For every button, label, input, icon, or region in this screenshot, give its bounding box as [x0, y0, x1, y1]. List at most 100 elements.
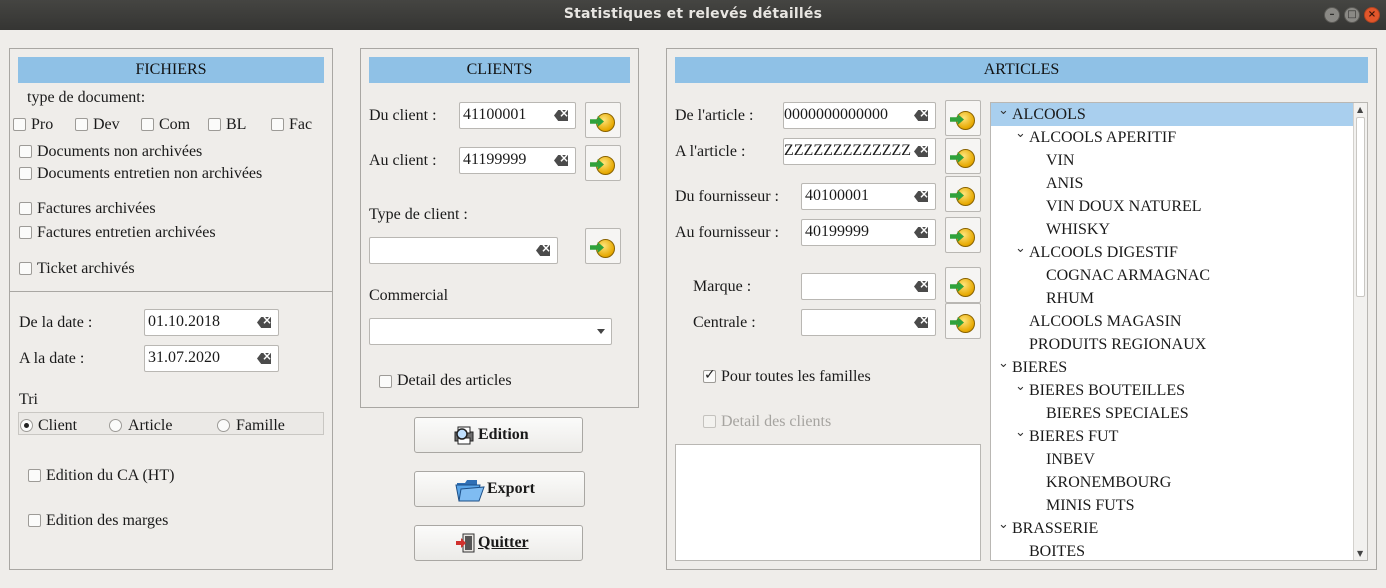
documents-non-archivees-checkbox[interactable] — [19, 145, 32, 158]
detail-clients-checkbox[interactable] — [703, 415, 716, 428]
tri-famille-radio[interactable] — [217, 419, 230, 432]
export-button[interactable]: Export — [414, 471, 585, 507]
edition-label: Edition — [478, 426, 529, 443]
clear-icon[interactable] — [257, 317, 271, 328]
fournisseur-to-lookup-button[interactable] — [945, 217, 981, 253]
fournisseur-from-input[interactable]: 40100001 — [801, 183, 936, 210]
article-from-input[interactable]: 0000000000000 — [783, 102, 936, 129]
clear-icon[interactable] — [554, 110, 568, 121]
clear-icon[interactable] — [914, 191, 928, 202]
tree-item[interactable]: ⌄ BIERES BOUTEILLES — [991, 379, 1353, 402]
tri-article-label: Article — [128, 417, 173, 434]
toutes-familles-checkbox[interactable] — [703, 367, 716, 383]
folder-icon — [455, 480, 485, 502]
chevron-down-icon[interactable]: ⌄ — [1015, 375, 1026, 398]
minimize-button[interactable]: – — [1324, 7, 1340, 23]
fournisseur-to-input[interactable]: 40199999 — [801, 219, 936, 246]
centrale-lookup-button[interactable] — [945, 303, 981, 339]
tree-item[interactable]: ALCOOLS MAGASIN — [991, 310, 1353, 333]
maximize-button[interactable]: □ — [1344, 7, 1360, 23]
tree-scrollbar[interactable]: ▲ ▼ — [1353, 103, 1367, 560]
centrale-label: Centrale : — [693, 314, 756, 331]
chevron-down-icon[interactable]: ⌄ — [1015, 421, 1026, 444]
clear-icon[interactable] — [257, 353, 271, 364]
chevron-down-icon[interactable]: ⌄ — [998, 513, 1009, 536]
fac-checkbox[interactable] — [271, 118, 284, 131]
tree-item[interactable]: ⌄ BIERES — [991, 356, 1353, 379]
tree-item[interactable]: MINIS FUTS — [991, 494, 1353, 517]
client-from-lookup-button[interactable] — [585, 102, 621, 138]
client-from-input[interactable]: 41100001 — [459, 102, 576, 129]
tree-item[interactable]: ANIS — [991, 172, 1353, 195]
edition-ca-checkbox[interactable] — [28, 469, 41, 482]
tree-item[interactable]: KRONEMBOURG — [991, 471, 1353, 494]
client-type-input[interactable] — [369, 237, 558, 264]
tree-item[interactable]: ⌄ BRASSERIE — [991, 517, 1353, 540]
tree-item[interactable]: VIN — [991, 149, 1353, 172]
article-to-value: ZZZZZZZZZZZZZ — [784, 142, 912, 159]
chevron-down-icon[interactable]: ⌄ — [1015, 237, 1026, 260]
marque-input[interactable] — [801, 273, 936, 300]
quitter-button[interactable]: Quitter — [414, 525, 583, 561]
tree-item[interactable]: BOITES — [991, 540, 1353, 560]
commercial-select[interactable] — [369, 318, 612, 345]
date-from-input[interactable]: 01.10.2018 — [144, 309, 279, 336]
scroll-thumb[interactable] — [1356, 117, 1365, 297]
scroll-up-icon[interactable]: ▲ — [1357, 105, 1363, 114]
tree-item[interactable]: BIERES SPECIALES — [991, 402, 1353, 425]
fournisseur-from-lookup-button[interactable] — [945, 176, 981, 212]
detail-clients-label: Detail des clients — [721, 413, 832, 430]
article-to-input[interactable]: ZZZZZZZZZZZZZ — [783, 138, 936, 165]
clear-icon[interactable] — [914, 110, 928, 121]
clear-icon[interactable] — [554, 155, 568, 166]
documents-entretien-non-archivees-checkbox[interactable] — [19, 167, 32, 180]
detail-articles-checkbox[interactable] — [379, 375, 392, 388]
chevron-down-icon[interactable]: ⌄ — [998, 352, 1009, 375]
client-to-input[interactable]: 41199999 — [459, 147, 576, 174]
dev-checkbox[interactable] — [75, 118, 88, 131]
clear-icon[interactable] — [536, 245, 550, 256]
documents-entretien-non-archivees-label: Documents entretien non archivées — [37, 165, 263, 182]
edition-ca-label: Edition du CA (HT) — [46, 467, 175, 484]
clear-icon[interactable] — [914, 317, 928, 328]
centrale-input[interactable] — [801, 309, 936, 336]
tree-item[interactable]: ⌄ BIERES FUT — [991, 425, 1353, 448]
factures-archivees-checkbox[interactable] — [19, 202, 32, 215]
marque-lookup-button[interactable] — [945, 267, 981, 303]
edition-button[interactable]: Edition — [414, 417, 583, 453]
ticket-archives-checkbox[interactable] — [19, 262, 32, 275]
tree-item[interactable]: ⌄ ALCOOLS — [991, 103, 1353, 126]
article-from-lookup-button[interactable] — [945, 100, 981, 136]
factures-entretien-archivees-checkbox[interactable] — [19, 226, 32, 239]
tree-item[interactable]: RHUM — [991, 287, 1353, 310]
pro-checkbox[interactable] — [13, 118, 26, 131]
date-to-input[interactable]: 31.07.2020 — [144, 345, 279, 372]
fac-label: Fac — [289, 116, 313, 133]
clear-icon[interactable] — [914, 281, 928, 292]
chevron-down-icon[interactable]: ⌄ — [998, 103, 1009, 122]
com-checkbox[interactable] — [141, 118, 154, 131]
client-type-lookup-button[interactable] — [585, 228, 621, 264]
close-button[interactable]: × — [1364, 7, 1380, 23]
clear-icon[interactable] — [914, 227, 928, 238]
scroll-down-icon[interactable]: ▼ — [1357, 549, 1363, 558]
edition-marges-checkbox[interactable] — [28, 514, 41, 527]
tree-item[interactable]: VIN DOUX NATUREL — [991, 195, 1353, 218]
family-tree[interactable]: ⌄ ALCOOLS ⌄ ALCOOLS APERITIF VIN ANIS VIN DOUX… — [990, 102, 1368, 561]
tree-item-label: ALCOOLS APERITIF — [1029, 129, 1177, 146]
tri-client-radio[interactable] — [20, 419, 33, 432]
tree-item[interactable]: WHISKY — [991, 218, 1353, 241]
tree-item[interactable]: ⌄ ALCOOLS DIGESTIF — [991, 241, 1353, 264]
tri-article-radio[interactable] — [109, 419, 122, 432]
tree-item[interactable]: COGNAC ARMAGNAC — [991, 264, 1353, 287]
tree-item[interactable]: ⌄ ALCOOLS APERITIF — [991, 126, 1353, 149]
client-to-lookup-button[interactable] — [585, 145, 621, 181]
tree-item[interactable]: PRODUITS REGIONAUX — [991, 333, 1353, 356]
chevron-down-icon[interactable]: ⌄ — [1015, 122, 1026, 145]
tree-item[interactable]: INBEV — [991, 448, 1353, 471]
clear-icon[interactable] — [914, 146, 928, 157]
article-to-lookup-button[interactable] — [945, 138, 981, 174]
results-text-area[interactable] — [675, 444, 981, 561]
bl-checkbox[interactable] — [208, 118, 221, 131]
tri-label: Tri — [19, 391, 38, 408]
